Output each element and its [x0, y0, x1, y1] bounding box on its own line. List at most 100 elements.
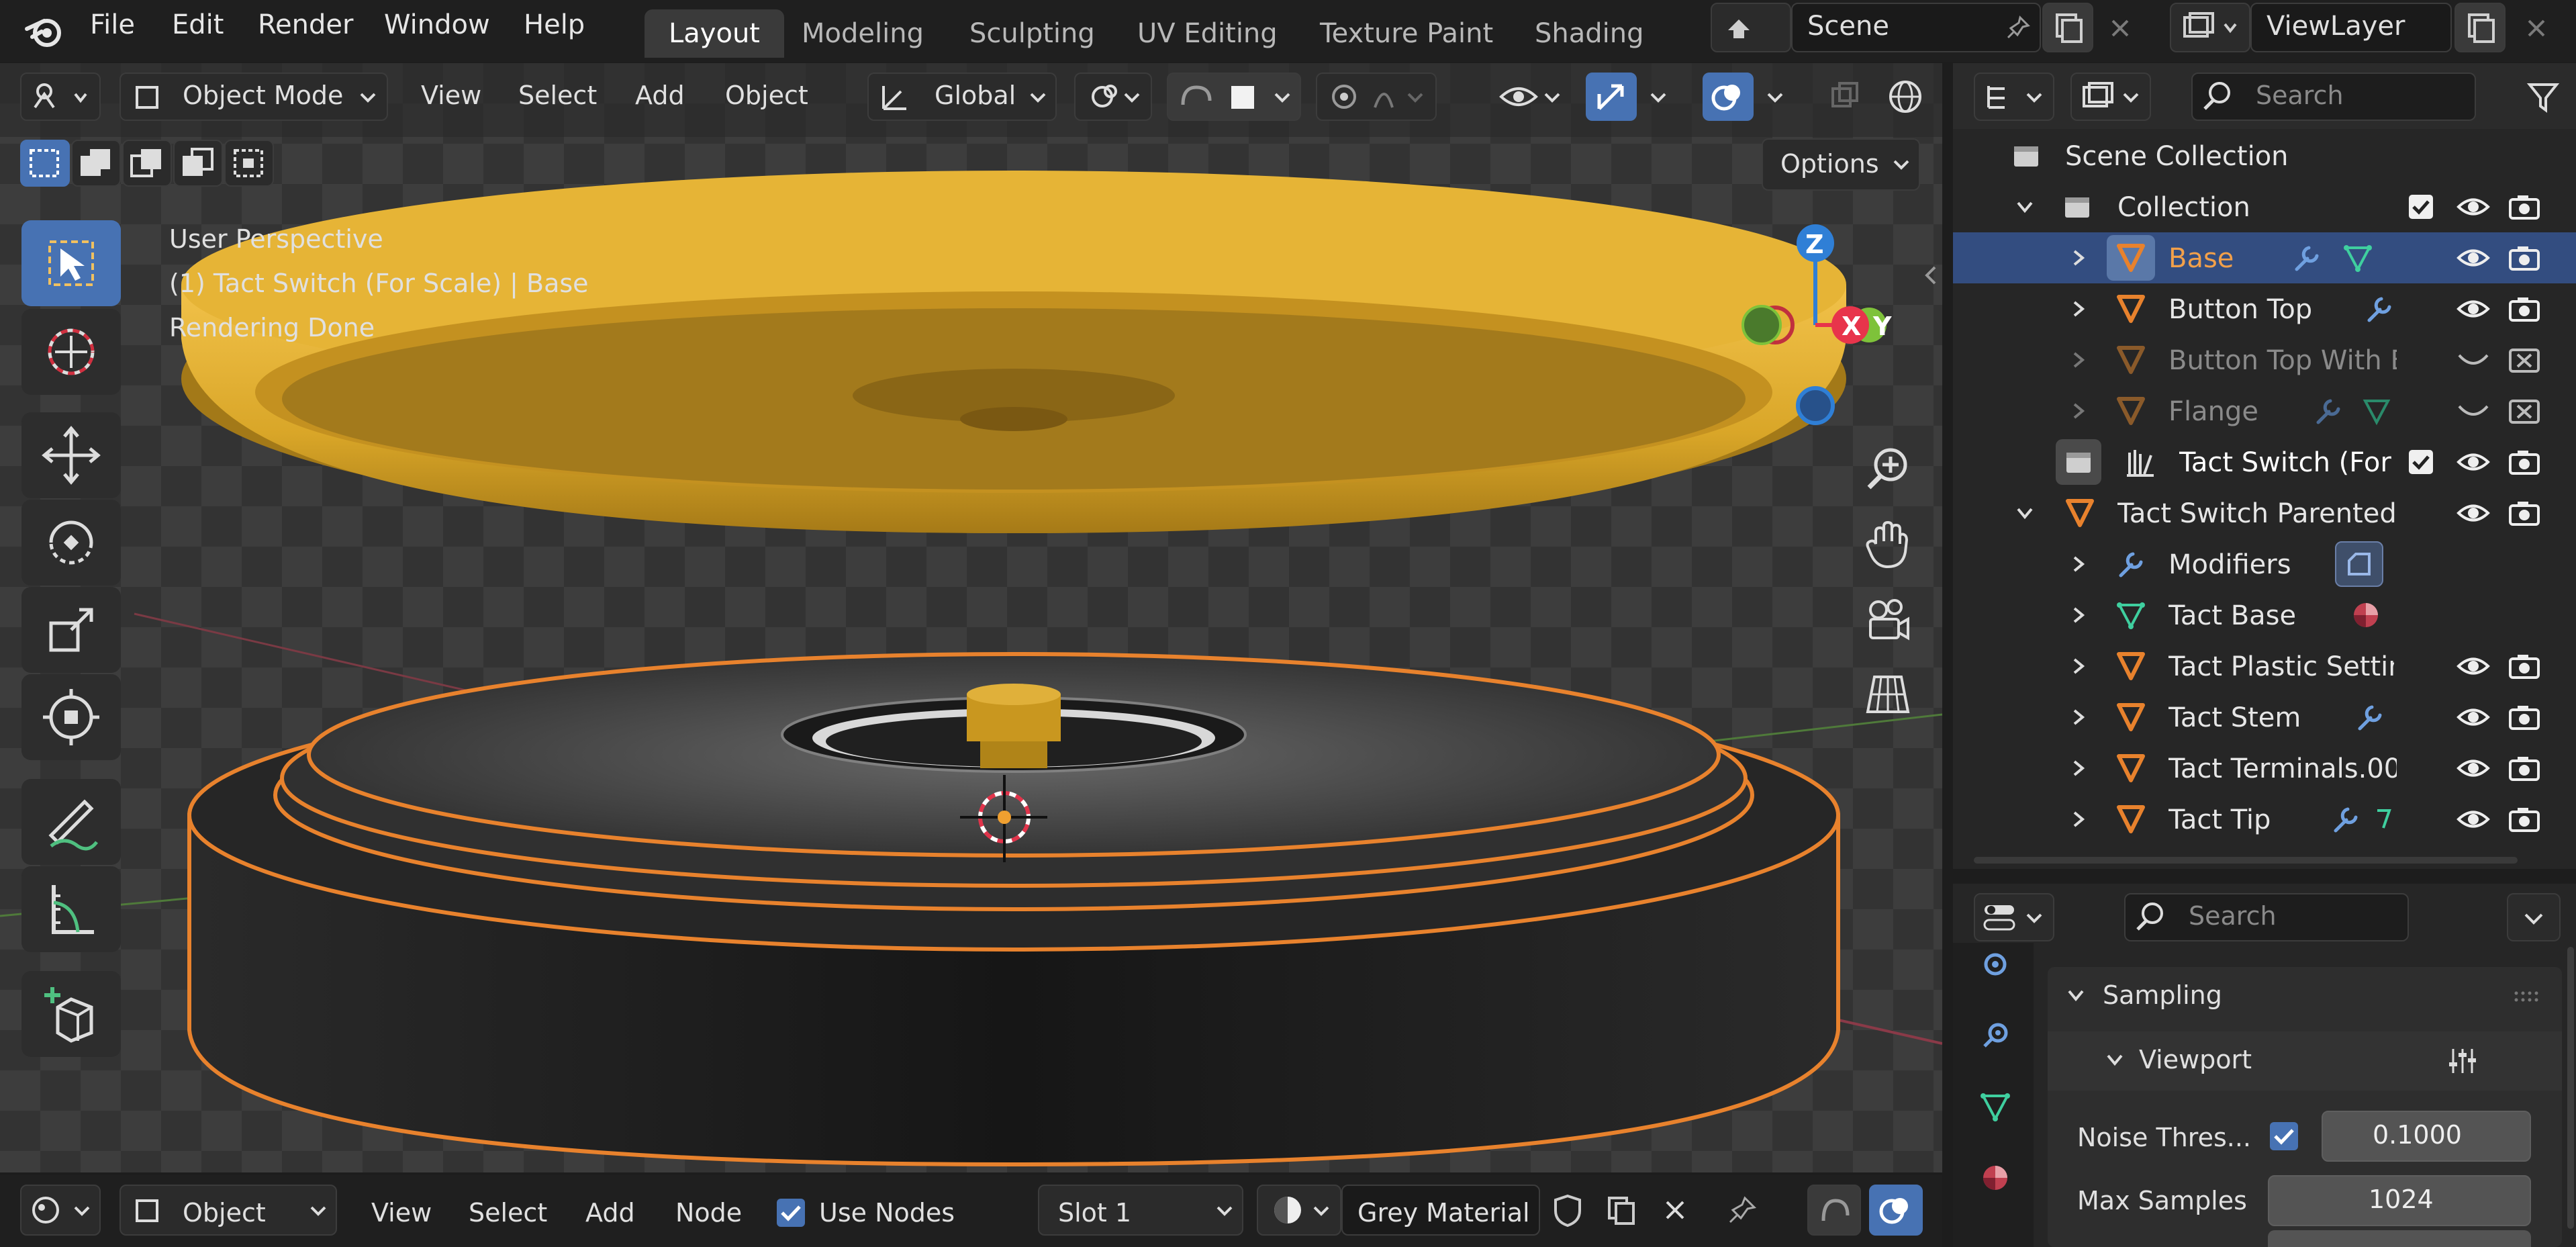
drag-handle-icon[interactable]: [2508, 983, 2548, 1010]
view-layer-browse-button[interactable]: [2170, 3, 2250, 52]
material-tab-icon[interactable]: [1974, 1156, 2017, 1199]
transform-tool[interactable]: [21, 674, 121, 760]
shader-menu-select[interactable]: Select: [469, 1198, 547, 1228]
use-nodes-checkbox[interactable]: [773, 1195, 808, 1230]
pin-icon[interactable]: [1998, 8, 2038, 47]
menu-render[interactable]: Render: [258, 9, 353, 40]
render-camera-icon[interactable]: [2506, 236, 2543, 279]
properties-options-dropdown[interactable]: [2507, 893, 2561, 941]
min-samples-field[interactable]: [2268, 1230, 2531, 1247]
gizmo-dropdown-icon[interactable]: [1638, 73, 1678, 121]
add-cube-tool[interactable]: [21, 971, 121, 1057]
vp-menu-view[interactable]: View: [421, 81, 481, 110]
tab-uv-editing[interactable]: UV Editing: [1113, 9, 1302, 58]
menu-help[interactable]: Help: [524, 9, 585, 40]
shader-menu-add[interactable]: Add: [585, 1198, 635, 1228]
camera-view-icon[interactable]: [1856, 587, 1920, 651]
gizmo-toggle[interactable]: [1586, 73, 1637, 121]
blender-logo-icon[interactable]: [20, 9, 67, 52]
outliner-scrollbar[interactable]: [1974, 857, 2518, 864]
expand-right-icon[interactable]: [2065, 749, 2092, 787]
snap-toggle[interactable]: [1167, 73, 1301, 121]
collapse-down-icon[interactable]: [2101, 1041, 2128, 1078]
select-box-tool[interactable]: [21, 220, 121, 306]
render-disabled-icon[interactable]: [2506, 338, 2543, 381]
expand-right-icon[interactable]: [2065, 290, 2092, 328]
collapse-down-icon[interactable]: [2062, 976, 2089, 1014]
node-overlays-toggle[interactable]: [1869, 1185, 1923, 1236]
expand-right-icon[interactable]: [2065, 800, 2092, 838]
properties-scrollbar[interactable]: [2567, 947, 2574, 1229]
select-intersect-button[interactable]: [224, 140, 274, 187]
eye-icon[interactable]: [2454, 645, 2492, 688]
render-camera-icon[interactable]: [2506, 696, 2543, 739]
expand-right-icon[interactable]: [2065, 239, 2092, 277]
noise-threshold-checkbox[interactable]: [2267, 1117, 2301, 1155]
tab-shading[interactable]: Shading: [1511, 9, 1668, 58]
sampling-panel-title[interactable]: Sampling: [2103, 980, 2222, 1010]
snap-nodes-toggle[interactable]: [1807, 1185, 1861, 1236]
menu-file[interactable]: File: [90, 9, 135, 40]
collection-exclude-checkbox[interactable]: [2405, 185, 2437, 228]
render-camera-icon[interactable]: [2506, 185, 2543, 228]
expand-right-icon[interactable]: [2065, 392, 2092, 430]
eye-closed-icon[interactable]: [2454, 389, 2492, 432]
render-camera-icon[interactable]: [2506, 645, 2543, 688]
vp-menu-add[interactable]: Add: [635, 81, 685, 110]
menu-edit[interactable]: Edit: [172, 9, 224, 40]
annotate-tool[interactable]: [21, 779, 121, 865]
tab-texture-paint[interactable]: Texture Paint: [1296, 9, 1517, 58]
unlink-material-icon[interactable]: [1652, 1189, 1699, 1232]
eye-icon[interactable]: [2454, 236, 2492, 279]
fake-user-shield-icon[interactable]: [1544, 1189, 1591, 1232]
rotate-tool[interactable]: [21, 500, 121, 586]
eye-icon[interactable]: [2454, 441, 2492, 483]
collection-exclude-checkbox[interactable]: [2405, 441, 2437, 483]
expand-right-icon[interactable]: [2065, 596, 2092, 634]
properties-editor-type-button[interactable]: [1974, 893, 2054, 941]
select-difference-button[interactable]: [173, 140, 223, 187]
select-extend-button[interactable]: [71, 140, 121, 187]
close-icon[interactable]: [2095, 8, 2146, 48]
move-tool[interactable]: [21, 412, 121, 498]
expand-right-icon[interactable]: [2065, 341, 2092, 379]
close-view-layer-icon[interactable]: [2511, 8, 2562, 48]
new-scene-button[interactable]: [2042, 3, 2093, 52]
mesh-data-tab-icon[interactable]: [1974, 1085, 2017, 1128]
sidebar-toggle-icon[interactable]: [1920, 255, 1942, 295]
eye-icon[interactable]: [2454, 287, 2492, 330]
expand-down-icon[interactable]: [2011, 494, 2038, 532]
object-properties-tab-icon[interactable]: [1974, 943, 2017, 986]
pin-icon[interactable]: [1719, 1189, 1766, 1232]
expand-down-icon[interactable]: [2011, 188, 2038, 226]
editor-type-button[interactable]: [20, 73, 101, 121]
material-browse-button[interactable]: [1257, 1185, 1341, 1236]
xray-toggle-icon[interactable]: [1819, 73, 1870, 121]
tab-sculpting[interactable]: Sculpting: [945, 9, 1119, 58]
bevel-modifier-icon[interactable]: [2335, 541, 2383, 587]
eye-icon[interactable]: [2454, 185, 2492, 228]
visibility-dropdown-icon[interactable]: [1490, 73, 1571, 121]
render-camera-icon[interactable]: [2506, 441, 2543, 483]
overlays-toggle[interactable]: [1703, 73, 1754, 121]
measure-tool[interactable]: [21, 866, 121, 952]
expand-right-icon[interactable]: [2065, 647, 2092, 685]
eye-closed-icon[interactable]: [2454, 338, 2492, 381]
render-camera-icon[interactable]: [2506, 747, 2543, 790]
zoom-icon[interactable]: [1856, 436, 1920, 501]
tab-layout[interactable]: Layout: [645, 9, 784, 58]
expand-right-icon[interactable]: [2065, 698, 2092, 736]
eye-icon[interactable]: [2454, 492, 2492, 535]
eye-icon[interactable]: [2454, 696, 2492, 739]
proportional-editing-toggle[interactable]: [1316, 73, 1437, 121]
display-mode-button[interactable]: [2070, 73, 2151, 121]
outliner-editor-type-button[interactable]: [1974, 73, 2054, 121]
shader-menu-node[interactable]: Node: [675, 1198, 742, 1228]
eye-icon[interactable]: [2454, 798, 2492, 841]
render-camera-icon[interactable]: [2506, 287, 2543, 330]
ortho-grid-icon[interactable]: [1856, 662, 1920, 727]
pivot-point-dropdown[interactable]: [1074, 73, 1152, 121]
physics-tab-icon[interactable]: [1974, 1014, 2017, 1057]
select-subtract-button[interactable]: [122, 140, 172, 187]
shader-editor-type-button[interactable]: [20, 1185, 101, 1236]
